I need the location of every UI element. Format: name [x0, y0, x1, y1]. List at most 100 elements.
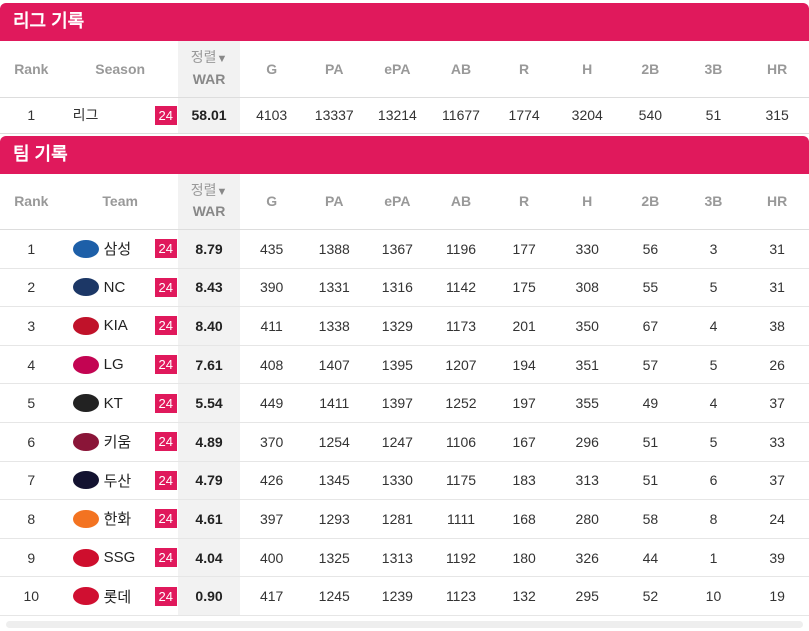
war-cell: 8.79: [177, 229, 241, 269]
stat-cell: 38: [769, 317, 785, 334]
column-header-2b[interactable]: 2B: [619, 173, 682, 230]
season-badge: 24: [154, 277, 177, 297]
column-header-g[interactable]: G: [240, 173, 303, 230]
landers-logo-icon: [72, 548, 99, 567]
stat-cell: 1254: [318, 433, 350, 450]
column-header-epa[interactable]: ePA: [365, 41, 430, 97]
war-cell: 4.89: [177, 422, 241, 462]
column-header-r[interactable]: R: [492, 41, 556, 97]
team-name[interactable]: 삼성: [104, 238, 132, 259]
team-name[interactable]: LG: [104, 356, 124, 373]
column-header-3b[interactable]: 3B: [681, 173, 746, 230]
stat-cell: 1774: [508, 107, 540, 123]
stat-cell: 295: [575, 588, 599, 605]
column-header-hr[interactable]: HR: [745, 173, 809, 230]
season-badge: 24: [154, 393, 177, 413]
season-badge: 24: [154, 432, 177, 452]
column-header-season[interactable]: Season: [62, 41, 178, 97]
stat-cell: 435: [259, 240, 284, 257]
stat-cell: 330: [575, 240, 599, 257]
war-cell: 5.54: [177, 383, 241, 423]
stat-cell: 1345: [318, 472, 350, 489]
team-cell: LG 24: [63, 345, 178, 384]
team-cell: 한화 24: [63, 500, 178, 539]
team-section-title: 팀 기록: [0, 135, 809, 174]
rank-cell: 2: [27, 279, 36, 296]
war-sort-header[interactable]: 정렬▼ WAR: [177, 173, 241, 230]
column-header-hr[interactable]: HR: [745, 41, 809, 97]
column-header-ab[interactable]: AB: [429, 41, 493, 97]
column-header-g[interactable]: G: [240, 41, 303, 97]
sort-label: 정렬: [190, 181, 217, 198]
team-name[interactable]: 롯데: [104, 586, 132, 607]
stat-cell: 13214: [377, 107, 417, 123]
stat-cell: 370: [259, 433, 284, 450]
war-cell: 8.40: [177, 306, 241, 346]
column-header-pa[interactable]: PA: [302, 41, 366, 97]
stat-cell: 183: [512, 472, 536, 489]
league-table: Rank Season 정렬▼ WAR G PA ePA AB R H 2B 3B HR 1 리그 24…: [0, 41, 809, 134]
stat-cell: 177: [512, 240, 536, 257]
team-name[interactable]: KIA: [104, 317, 128, 334]
stat-cell: 13337: [314, 107, 354, 123]
stat-cell: 1192: [445, 549, 477, 566]
rank-cell: 4: [27, 356, 36, 373]
stat-cell: 26: [769, 356, 785, 373]
column-header-h[interactable]: H: [555, 173, 620, 230]
stat-cell: 397: [259, 510, 284, 527]
stat-cell: 51: [642, 433, 659, 450]
stat-cell: 56: [642, 240, 659, 257]
team-row: 10 롯데 24 0.90 417 1245 1239 1123 132 295 52 10 19: [0, 576, 809, 616]
column-header-r[interactable]: R: [492, 173, 556, 230]
stat-cell: 44: [642, 549, 659, 566]
column-header-pa[interactable]: PA: [302, 173, 366, 230]
column-header-rank[interactable]: Rank: [0, 173, 63, 230]
stat-cell: 55: [642, 279, 659, 296]
column-header-h[interactable]: H: [555, 41, 620, 97]
stat-cell: 37: [769, 395, 785, 412]
team-row: 9 SSG 24 4.04 400 1325 1313 1192 180 326 44 1 39: [0, 538, 809, 577]
stat-cell: 19: [769, 588, 785, 605]
team-name[interactable]: 한화: [104, 508, 132, 529]
column-header-ab[interactable]: AB: [429, 173, 493, 230]
team-cell: SSG 24: [63, 538, 178, 577]
stat-cell: 1207: [445, 356, 477, 373]
war-sort-header[interactable]: 정렬▼ WAR: [177, 41, 241, 97]
column-header-team[interactable]: Team: [62, 173, 178, 230]
stat-cell: 168: [512, 510, 536, 527]
team-name[interactable]: 키움: [104, 431, 132, 452]
stat-cell: 1316: [381, 279, 413, 296]
stat-cell: 1397: [381, 395, 413, 412]
column-label: WAR: [192, 203, 226, 220]
season-badge: 24: [154, 586, 177, 606]
team-name[interactable]: 두산: [104, 470, 132, 491]
team-name[interactable]: SSG: [104, 549, 136, 566]
rank-cell: 3: [27, 317, 36, 334]
season-name[interactable]: 리그: [73, 105, 99, 125]
stat-cell: 1293: [318, 510, 350, 527]
stat-cell: 1239: [381, 588, 413, 605]
war-cell: 4.61: [177, 499, 241, 539]
column-header-2b[interactable]: 2B: [619, 41, 682, 97]
column-header-3b[interactable]: 3B: [681, 41, 746, 97]
stat-cell: 355: [575, 395, 599, 412]
stat-cell: 1173: [445, 317, 477, 334]
stat-cell: 411: [260, 317, 283, 334]
team-name[interactable]: KT: [104, 395, 123, 412]
stat-cell: 313: [575, 472, 599, 489]
team-cell: 삼성 24: [63, 230, 178, 269]
stat-cell: 1111: [446, 510, 476, 527]
stat-cell: 350: [575, 317, 599, 334]
team-cell: 롯데 24: [63, 577, 178, 616]
column-header-epa[interactable]: ePA: [365, 173, 430, 230]
rank-cell: 1: [27, 107, 36, 123]
war-cell: 58.01: [177, 97, 241, 133]
war-cell: 0.90: [177, 576, 241, 616]
horizontal-scrollbar[interactable]: [6, 621, 803, 628]
sort-desc-icon: ▼: [216, 53, 228, 66]
column-header-rank[interactable]: Rank: [0, 41, 63, 97]
team-name[interactable]: NC: [104, 279, 126, 296]
stat-cell: 1247: [381, 433, 413, 450]
stat-cell: 315: [765, 107, 789, 123]
war-cell: 4.04: [177, 538, 241, 577]
